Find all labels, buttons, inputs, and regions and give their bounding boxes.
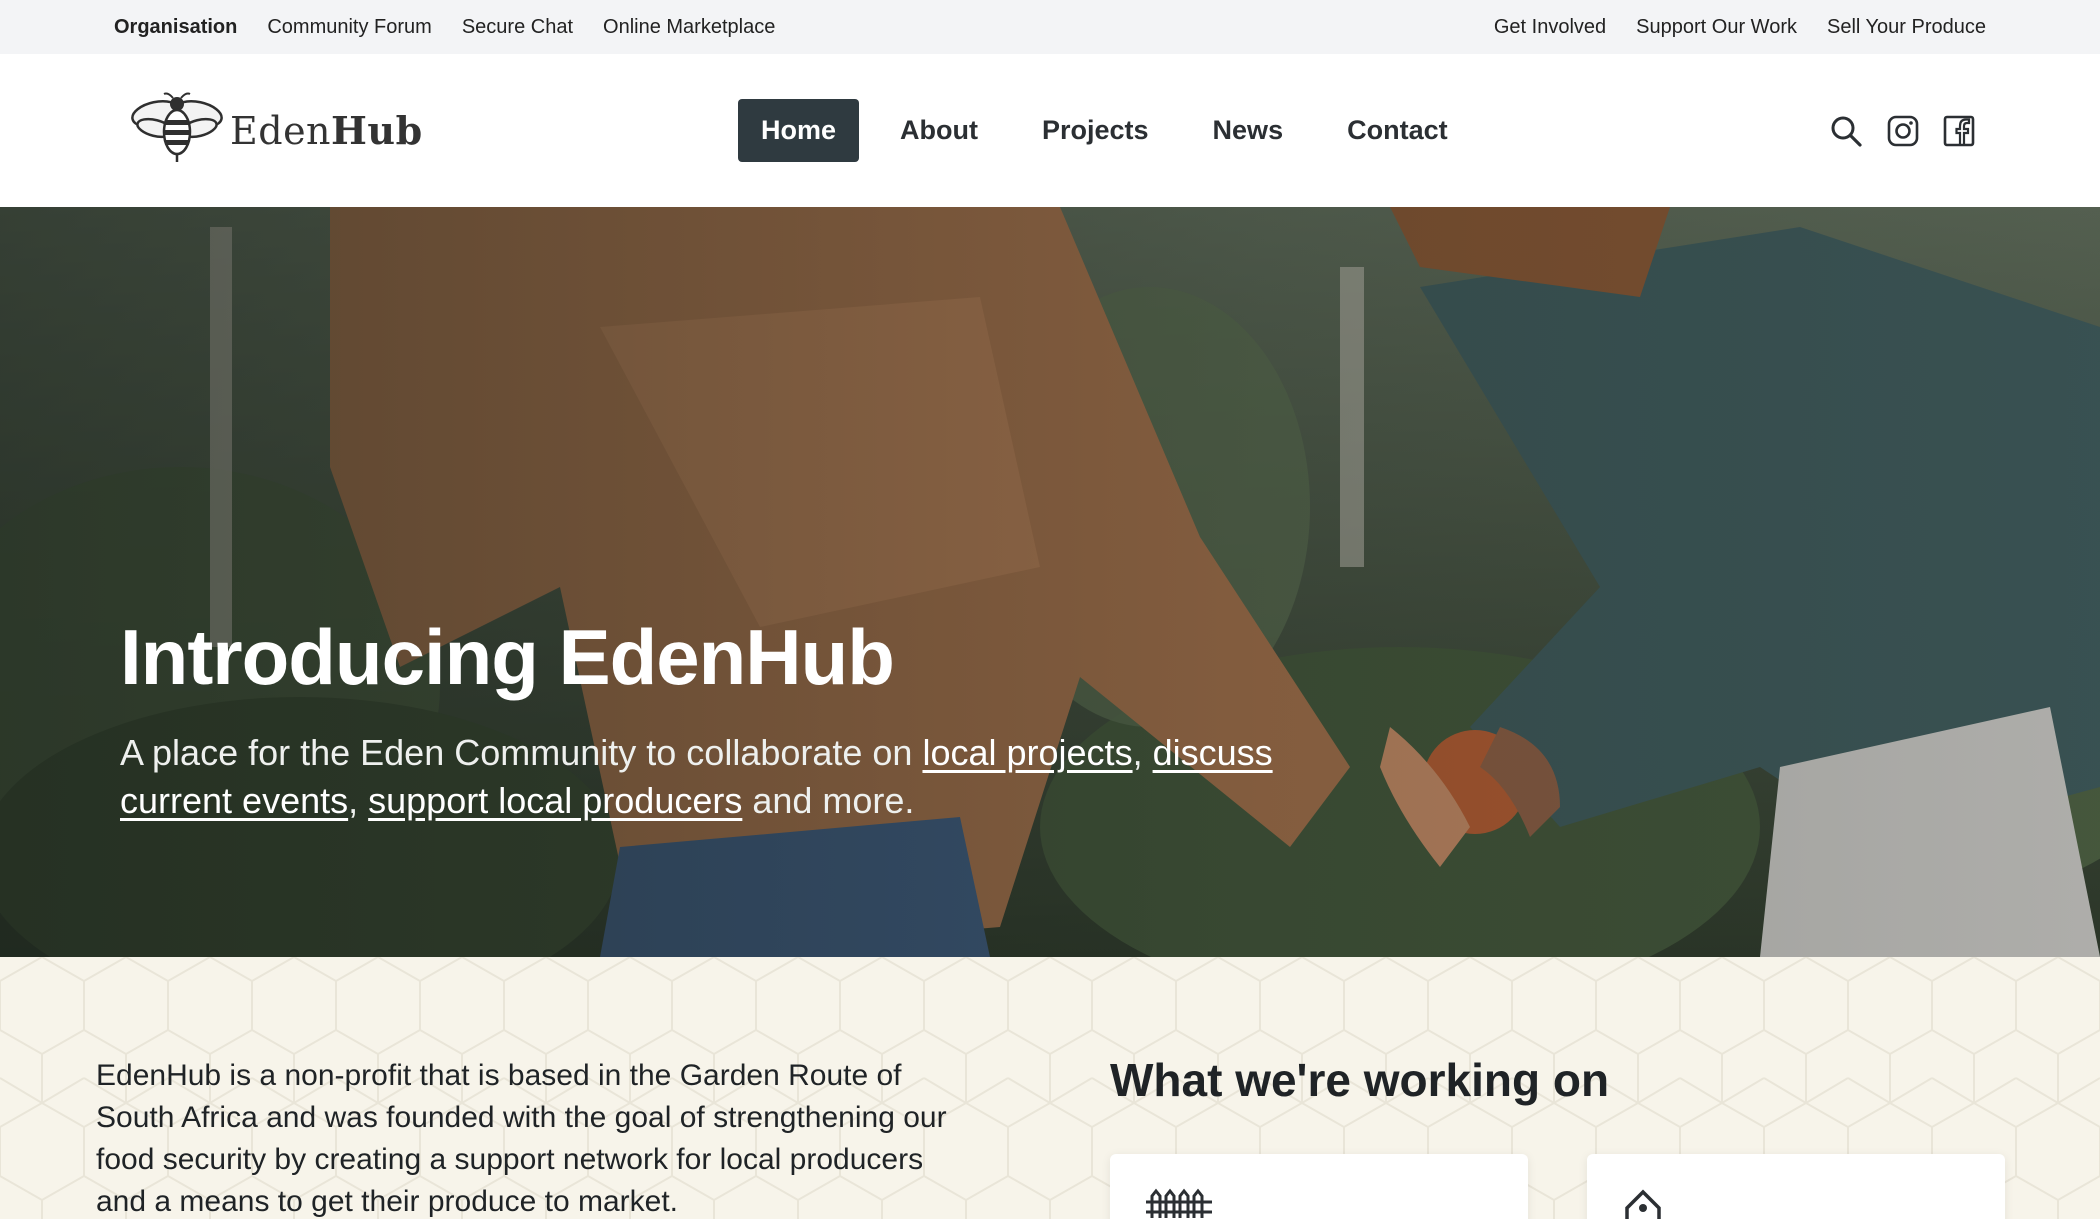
hero-subtitle-sep-1: , [1132,732,1153,773]
hero-subtitle-sep-2: , [348,780,369,821]
utility-link-sell-your-produce[interactable]: Sell Your Produce [1827,16,1986,39]
hero-subtitle-text-1: A place for the Eden Community to collab… [120,732,923,773]
nav-about[interactable]: About [877,99,1001,162]
hero-overlay [0,207,2100,957]
fence-icon [1146,1188,1216,1219]
site-logo[interactable]: EdenHub [128,92,423,169]
about-text: EdenHub is a non-profit that is based in… [96,1059,947,1218]
main-nav: Home About Projects News Contact [738,54,1471,207]
utility-nav-right: Get Involved Support Our Work Sell Your … [1494,16,1986,39]
working-heading: What we're working on [1110,1054,1610,1106]
nav-projects[interactable]: Projects [1019,99,1172,162]
utility-nav-left: Organisation Community Forum Secure Chat… [114,16,775,39]
hero-title: Introducing EdenHub [120,613,895,701]
logo-word-second: Hub [331,108,423,153]
hero-content: Introducing EdenHub A place for the Eden… [120,612,1320,825]
utility-link-secure-chat[interactable]: Secure Chat [462,16,573,39]
instagram-icon[interactable] [1887,115,1919,147]
link-local-projects[interactable]: local projects [922,732,1132,773]
nav-home[interactable]: Home [738,99,860,162]
utility-link-support-our-work[interactable]: Support Our Work [1636,16,1797,39]
project-card[interactable] [1587,1154,2005,1219]
utility-link-organisation[interactable]: Organisation [114,16,237,39]
nav-contact[interactable]: Contact [1324,99,1471,162]
link-support-local-producers[interactable]: support local producers [368,780,742,821]
hero-subtitle-text-2: and more. [742,780,915,821]
project-card[interactable] [1110,1154,1528,1219]
hero-section: Introducing EdenHub A place for the Eden… [0,207,2100,957]
facebook-icon[interactable] [1943,115,1975,147]
logo-word-first: Eden [230,109,332,153]
header-icons [1829,114,1975,148]
intro-section: EdenHub is a non-profit that is based in… [0,957,2100,1219]
logo-wordmark: EdenHub [230,108,423,153]
nav-news[interactable]: News [1190,99,1307,162]
search-icon[interactable] [1829,114,1863,148]
utility-link-community-forum[interactable]: Community Forum [267,16,431,39]
bee-icon [128,92,226,169]
tag-icon [1623,1188,1663,1219]
hero-subtitle: A place for the Eden Community to collab… [120,729,1320,825]
utility-link-online-marketplace[interactable]: Online Marketplace [603,16,775,39]
utility-bar: Organisation Community Forum Secure Chat… [0,0,2100,54]
site-header: EdenHub Home About Projects News Contact [0,54,2100,207]
utility-link-get-involved[interactable]: Get Involved [1494,16,1606,39]
